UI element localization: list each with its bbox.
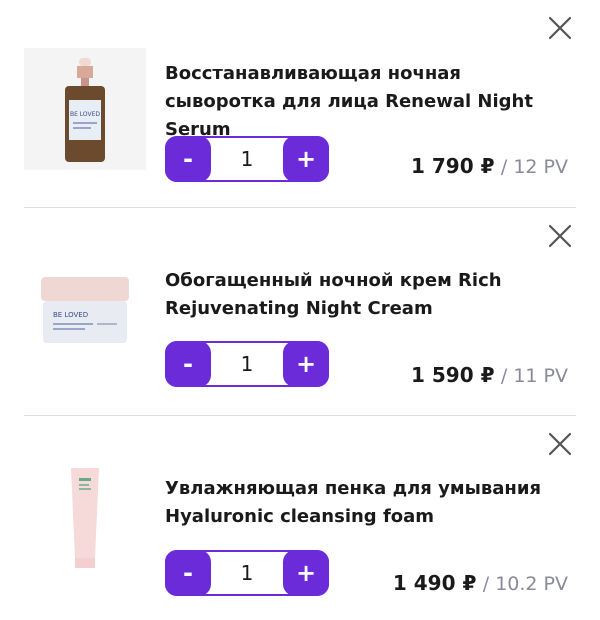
price-block: 1 590 ₽ / 11 PV (411, 363, 568, 387)
price-amount: 1 790 ₽ (411, 154, 495, 178)
decrease-quantity-button[interactable]: - (165, 136, 211, 182)
item-divider (24, 207, 576, 208)
price-pv: / 10.2 PV (482, 573, 568, 595)
svg-text:BE LOVED: BE LOVED (53, 311, 88, 319)
price-amount: 1 590 ₽ (411, 363, 495, 387)
serum-bottle-image: BE LOVED (65, 58, 105, 162)
quantity-value[interactable]: 1 (209, 352, 285, 376)
close-icon (548, 432, 572, 456)
increase-quantity-button[interactable]: + (283, 550, 329, 596)
cart-item: Увлажняющая пенка для умывания Hyaluroni… (0, 416, 600, 620)
remove-item-button[interactable] (548, 16, 572, 40)
remove-item-button[interactable] (548, 224, 572, 248)
increase-quantity-button[interactable]: + (283, 341, 329, 387)
item-divider (24, 415, 576, 416)
foam-tube-image (71, 468, 99, 568)
remove-item-button[interactable] (548, 432, 572, 456)
cart-item: BE LOVED Восстанавливающая ночная сыворо… (0, 0, 600, 207)
decrease-quantity-button[interactable]: - (165, 341, 211, 387)
cart-item: BE LOVED Обогащенный ночной крем Rich Re… (0, 208, 600, 415)
product-title[interactable]: Восстанавливающая ночная сыворотка для л… (165, 60, 570, 144)
product-image[interactable]: BE LOVED (24, 48, 146, 170)
quantity-stepper: - 1 + (165, 136, 329, 182)
cream-jar-image: BE LOVED (41, 277, 129, 343)
decrease-quantity-button[interactable]: - (165, 550, 211, 596)
price-pv: / 12 PV (500, 156, 568, 178)
close-icon (548, 16, 572, 40)
product-image[interactable] (24, 456, 146, 578)
price-amount: 1 490 ₽ (392, 571, 477, 595)
product-title[interactable]: Обогащенный ночной крем Rich Rejuvenatin… (165, 267, 570, 323)
price-pv: / 11 PV (500, 365, 568, 387)
quantity-value[interactable]: 1 (209, 147, 285, 171)
product-image[interactable]: BE LOVED (24, 248, 146, 370)
svg-text:BE LOVED: BE LOVED (70, 111, 100, 118)
quantity-stepper: - 1 + (165, 341, 329, 387)
quantity-stepper: - 1 + (165, 550, 329, 596)
product-title[interactable]: Увлажняющая пенка для умывания Hyaluroni… (165, 475, 570, 531)
increase-quantity-button[interactable]: + (283, 136, 329, 182)
cart-list: BE LOVED Восстанавливающая ночная сыворо… (0, 0, 600, 620)
price-block: 1 490 ₽ / 10.2 PV (393, 571, 568, 595)
price-block: 1 790 ₽ / 12 PV (411, 154, 568, 178)
close-icon (548, 224, 572, 248)
quantity-value[interactable]: 1 (209, 561, 285, 585)
